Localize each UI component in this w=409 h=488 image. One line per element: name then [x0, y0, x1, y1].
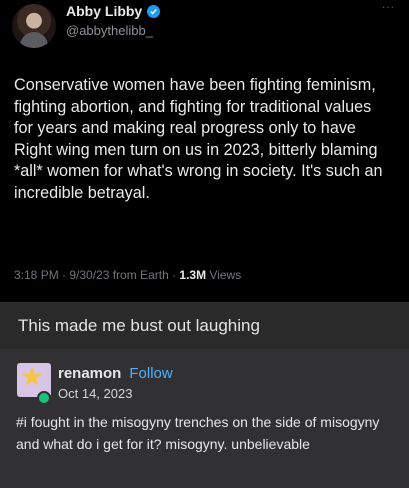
- views-count: 1.3M: [179, 268, 207, 282]
- views-label: Views: [206, 268, 242, 282]
- tweet-meta: 3:18 PM · 9/30/23 from Earth · 1.3M View…: [14, 268, 241, 282]
- star-icon: [21, 366, 43, 387]
- handle[interactable]: @abbythelibb_: [66, 23, 153, 38]
- tumblr-username[interactable]: renamon: [58, 365, 121, 382]
- author-row: Abby Libby: [66, 3, 161, 19]
- tumblr-text: #i fought in the misogyny trenches on th…: [16, 414, 380, 452]
- tumblr-author-row: renamon Follow: [58, 365, 173, 382]
- avatar[interactable]: [12, 4, 56, 48]
- display-name[interactable]: Abby Libby: [66, 3, 142, 19]
- caption-bar: This made me bust out laughing: [0, 302, 409, 349]
- follow-button[interactable]: Follow: [129, 365, 172, 382]
- tumblr-post-body: renamon Follow Oct 14, 2023 #i fought in…: [0, 349, 409, 488]
- online-badge-icon: [37, 391, 51, 405]
- tumblr-date: Oct 14, 2023: [58, 386, 133, 401]
- timestamp-source: 3:18 PM · 9/30/23 from Earth ·: [14, 268, 180, 282]
- tumblr-post: renamon Follow Oct 14, 2023 #i fought in…: [0, 349, 409, 488]
- more-options-icon[interactable]: ···: [382, 2, 395, 13]
- verified-icon: [147, 4, 161, 18]
- tweet-text: Conservative women have been fighting fe…: [14, 76, 383, 202]
- tweet-card: Abby Libby @abbythelibb_ ··· Conservativ…: [0, 0, 409, 301]
- caption-text: This made me bust out laughing: [18, 316, 260, 335]
